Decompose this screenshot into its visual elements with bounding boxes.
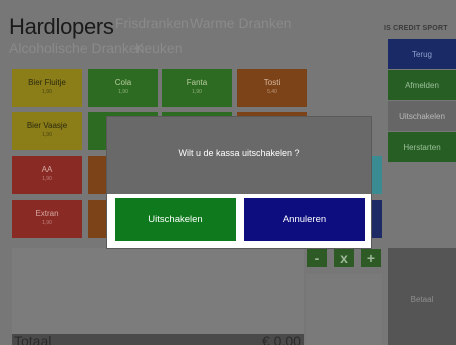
product-price: 1,90 (42, 176, 52, 182)
order-list (12, 248, 304, 334)
product-price: 1,90 (42, 89, 52, 95)
product-label: Bier Fluitje (28, 78, 66, 87)
product-label: Tosti (263, 78, 281, 87)
product-price: 1,90 (42, 220, 52, 226)
terug-button[interactable]: Terug (388, 39, 456, 69)
total-value: € 0,00 (262, 333, 301, 345)
product-tosti[interactable]: Tosti 5,40 (237, 69, 307, 107)
herstarten-button[interactable]: Herstarten (388, 132, 456, 162)
afmelden-button[interactable]: Afmelden (388, 70, 456, 100)
total-bar (12, 334, 304, 345)
pos-screen: Hardlopers Frisdranken Warme Dranken Alc… (0, 0, 456, 345)
confirm-shutdown-button[interactable]: Uitschakelen (115, 198, 236, 241)
product-tile[interactable] (372, 156, 382, 194)
page-title: Hardlopers (9, 14, 114, 39)
product-price: 1,90 (192, 89, 202, 95)
product-label: Cola (114, 78, 132, 87)
product-label: Bier Vaasje (26, 121, 68, 130)
cancel-button[interactable]: Annuleren (244, 198, 365, 241)
shutdown-dialog: Wilt u de kassa uitschakelen ? Uitschake… (106, 116, 372, 249)
increase-button[interactable]: + (361, 249, 381, 267)
product-aa[interactable]: AA 1,90 (12, 156, 82, 194)
product-price: 1,90 (42, 132, 52, 138)
product-price: 1,90 (118, 89, 128, 95)
remove-button[interactable]: x (334, 249, 354, 267)
product-bier-vaasje[interactable]: Bier Vaasje 1,90 (12, 112, 82, 150)
product-extran[interactable]: Extran 1,90 (12, 200, 82, 238)
betaal-button[interactable]: Betaal (388, 248, 456, 345)
product-label: AA (41, 165, 53, 174)
product-cola[interactable]: Cola 1,90 (88, 69, 158, 107)
tab-alcoholische-dranken[interactable]: Alcoholische Dranken (9, 40, 144, 56)
product-fanta[interactable]: Fanta 1,90 (162, 69, 232, 107)
product-price: 5,40 (267, 89, 277, 95)
product-bier-fluitje[interactable]: Bier Fluitje 1,90 (12, 69, 82, 107)
tab-frisdranken[interactable]: Frisdranken (115, 15, 189, 31)
product-tile[interactable] (372, 200, 382, 238)
uitschakelen-button[interactable]: Uitschakelen (388, 101, 456, 131)
dialog-message: Wilt u de kassa uitschakelen ? (178, 148, 300, 158)
tab-warme-dranken[interactable]: Warme Dranken (190, 15, 291, 31)
product-label: Fanta (186, 78, 208, 87)
decrease-button[interactable]: - (307, 249, 327, 267)
order-detail-panel (306, 274, 382, 345)
total-label: Totaal (14, 333, 52, 345)
credit-label: IS CREDIT SPORT (384, 25, 448, 32)
product-label: Extran (35, 209, 59, 218)
tab-keuken[interactable]: Keuken (135, 40, 182, 56)
